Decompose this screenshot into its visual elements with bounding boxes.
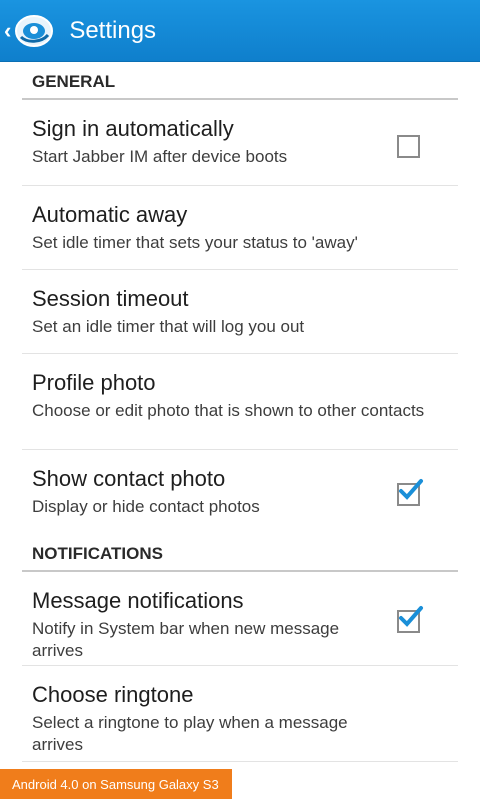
checkmark-icon xyxy=(399,479,423,500)
pref-title: Session timeout xyxy=(32,286,189,311)
chevron-left-icon: ‹ xyxy=(4,17,12,43)
pref-summary: Display or hide contact photos xyxy=(32,497,260,516)
section-header-notifications: NOTIFICATIONS xyxy=(22,534,458,572)
page-title: Settings xyxy=(69,16,157,44)
settings-list: GENERAL Sign in automatically Start Jabb… xyxy=(0,62,480,762)
pref-summary: Select a ringtone to play when a message… xyxy=(32,713,348,754)
pref-show-contact-photo[interactable]: Show contact photo Display or hide conta… xyxy=(22,450,458,534)
pref-message-notifications[interactable]: Message notifications Notify in System b… xyxy=(22,572,458,666)
pref-summary: Set an idle timer that will log you out xyxy=(32,317,305,336)
device-label-badge: Android 4.0 on Samsung Galaxy S3 xyxy=(0,769,232,799)
pref-profile-photo[interactable]: Profile photo Choose or edit photo that … xyxy=(22,354,458,450)
pref-title: Message notifications xyxy=(32,588,244,613)
jabber-logo-icon xyxy=(15,14,54,47)
pref-title: Show contact photo xyxy=(32,466,226,491)
up-button[interactable]: ‹ xyxy=(0,0,55,62)
pref-summary: Notify in System bar when new message ar… xyxy=(32,619,340,660)
checkbox-sign-in-automatically[interactable] xyxy=(397,135,420,158)
pref-title: Profile photo xyxy=(32,370,156,395)
pref-automatic-away[interactable]: Automatic away Set idle timer that sets … xyxy=(22,186,458,270)
pref-title: Choose ringtone xyxy=(32,682,194,707)
pref-choose-ringtone[interactable]: Choose ringtone Select a ringtone to pla… xyxy=(22,666,458,762)
pref-summary: Choose or edit photo that is shown to ot… xyxy=(32,401,425,420)
pref-summary: Start Jabber IM after device boots xyxy=(32,147,288,166)
pref-sign-in-automatically[interactable]: Sign in automatically Start Jabber IM af… xyxy=(22,100,458,186)
checkbox-show-contact-photo[interactable] xyxy=(397,479,423,506)
pref-summary: Set idle timer that sets your status to … xyxy=(32,233,358,252)
pref-title: Automatic away xyxy=(32,202,188,227)
section-header-general: GENERAL xyxy=(22,62,458,100)
pref-title: Sign in automatically xyxy=(32,116,234,141)
checkmark-icon xyxy=(399,606,423,627)
action-bar: ‹ Settings xyxy=(0,0,480,62)
pref-session-timeout[interactable]: Session timeout Set an idle timer that w… xyxy=(22,270,458,354)
checkbox-message-notifications[interactable] xyxy=(397,606,423,633)
